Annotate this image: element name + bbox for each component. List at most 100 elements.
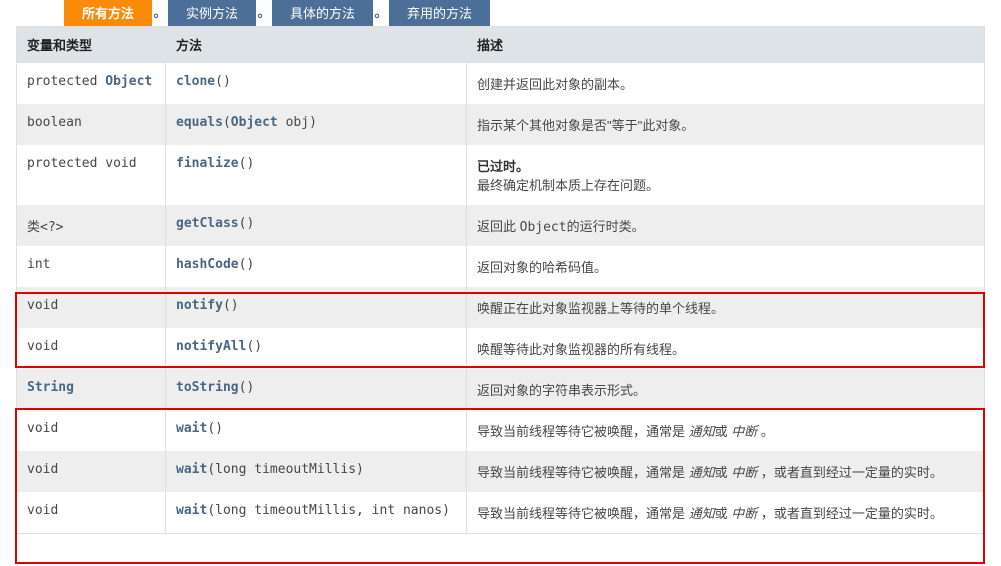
method-link[interactable]: equals: [176, 115, 223, 130]
cell-desc: 创建并返回此对象的副本。: [467, 63, 985, 105]
table-row: void notify() 唤醒正在此对象监视器上等待的单个线程。: [17, 287, 985, 328]
table-row: boolean equals(Object obj) 指示某个其他对象是否"等于…: [17, 104, 985, 145]
method-tabs: 所有方法 。 实例方法 。 具体的方法 。 弃用的方法: [16, 0, 985, 26]
tab-deprecated-methods[interactable]: 弃用的方法: [389, 0, 490, 26]
cell-type: int: [17, 246, 166, 287]
cell-type: 类<?>: [17, 205, 166, 246]
desc-post: ，或者直到经过一定量的实时。: [757, 506, 943, 521]
table-row: int hashCode() 返回对象的哈希码值。: [17, 246, 985, 287]
cell-desc: 导致当前线程等待它被唤醒，通常是 通知或 中断 。: [467, 410, 985, 451]
method-link[interactable]: notifyAll: [176, 339, 246, 354]
tab-all-methods[interactable]: 所有方法: [64, 0, 152, 26]
cell-type: protected Object: [17, 63, 166, 105]
tab-sep: 。: [152, 0, 168, 26]
table-header-row: 变量和类型 方法 描述: [17, 27, 985, 63]
cell-desc: 已过时。 最终确定机制本质上存在问题。: [467, 145, 985, 205]
desc-post: ，或者直到经过一定量的实时。: [757, 465, 943, 480]
cell-desc: 导致当前线程等待它被唤醒，通常是 通知或 中断 ，或者直到经过一定量的实时。: [467, 451, 985, 492]
cell-method: clone(): [166, 63, 467, 105]
method-params: (): [246, 339, 262, 354]
cell-type: void: [17, 287, 166, 328]
method-link[interactable]: wait: [176, 421, 207, 436]
desc-pre: 导致当前线程等待它被唤醒，通常是: [477, 424, 689, 439]
desc-pre: 导致当前线程等待它被唤醒，通常是: [477, 506, 689, 521]
method-params: (long timeoutMillis, int nanos): [207, 503, 450, 518]
table-row: void wait() 导致当前线程等待它被唤醒，通常是 通知或 中断 。: [17, 410, 985, 451]
cell-desc: 唤醒等待此对象监视器的所有线程。: [467, 328, 985, 369]
desc-i1: 通知: [689, 465, 715, 480]
desc-mid: 或: [715, 506, 732, 521]
method-link[interactable]: getClass: [176, 216, 239, 231]
method-params: (long timeoutMillis): [207, 462, 364, 477]
type-link[interactable]: Object: [105, 74, 152, 89]
cell-method: hashCode(): [166, 246, 467, 287]
method-link[interactable]: toString: [176, 380, 239, 395]
cell-method: wait(): [166, 410, 467, 451]
method-params: (): [239, 156, 255, 171]
cell-method: notifyAll(): [166, 328, 467, 369]
cell-desc: 返回此 Object的运行时类。: [467, 205, 985, 246]
method-link[interactable]: finalize: [176, 156, 239, 171]
param-type-link[interactable]: Object: [231, 115, 278, 130]
desc-i2: 中断: [731, 465, 757, 480]
cell-desc: 导致当前线程等待它被唤醒，通常是 通知或 中断 ，或者直到经过一定量的实时。: [467, 492, 985, 534]
cell-type: protected void: [17, 145, 166, 205]
cell-type: void: [17, 410, 166, 451]
method-params: (): [207, 421, 223, 436]
method-params: (): [239, 380, 255, 395]
cell-method: wait(long timeoutMillis, int nanos): [166, 492, 467, 534]
cell-method: toString(): [166, 369, 467, 410]
header-desc: 描述: [467, 27, 985, 63]
type-link[interactable]: String: [27, 380, 74, 395]
desc-pre: 返回此: [477, 219, 520, 234]
desc-i1: 通知: [689, 424, 715, 439]
cell-desc: 返回对象的哈希码值。: [467, 246, 985, 287]
desc-pre: 导致当前线程等待它被唤醒，通常是: [477, 465, 689, 480]
table-row: 类<?> getClass() 返回此 Object的运行时类。: [17, 205, 985, 246]
method-link[interactable]: wait: [176, 462, 207, 477]
table-row: protected Object clone() 创建并返回此对象的副本。: [17, 63, 985, 105]
paren-open: (: [223, 115, 231, 130]
cell-type: void: [17, 451, 166, 492]
desc-code: Object: [520, 220, 567, 235]
method-link[interactable]: clone: [176, 74, 215, 89]
desc-mid: 或: [715, 465, 732, 480]
method-link[interactable]: wait: [176, 503, 207, 518]
table-row: String toString() 返回对象的字符串表示形式。: [17, 369, 985, 410]
page-root: 所有方法 。 实例方法 。 具体的方法 。 弃用的方法 变量和类型 方法 描述 …: [0, 0, 1001, 534]
param-rest: obj): [278, 115, 317, 130]
method-link[interactable]: hashCode: [176, 257, 239, 272]
table-row: protected void finalize() 已过时。 最终确定机制本质上…: [17, 145, 985, 205]
method-params: (): [239, 257, 255, 272]
desc-post: 的运行时类。: [567, 219, 645, 234]
cell-type: String: [17, 369, 166, 410]
cell-method: notify(): [166, 287, 467, 328]
desc-post: 。: [757, 424, 774, 439]
tab-sep: 。: [373, 0, 389, 26]
tab-instance-methods[interactable]: 实例方法: [168, 0, 256, 26]
desc-i2: 中断: [731, 506, 757, 521]
cell-type: void: [17, 492, 166, 534]
method-link[interactable]: notify: [176, 298, 223, 313]
table-row: void wait(long timeoutMillis, int nanos)…: [17, 492, 985, 534]
table-row: void notifyAll() 唤醒等待此对象监视器的所有线程。: [17, 328, 985, 369]
table-row: void wait(long timeoutMillis) 导致当前线程等待它被…: [17, 451, 985, 492]
cell-desc: 唤醒正在此对象监视器上等待的单个线程。: [467, 287, 985, 328]
desc-i2: 中断: [731, 424, 757, 439]
cell-type: void: [17, 328, 166, 369]
cell-method: equals(Object obj): [166, 104, 467, 145]
method-params: (): [223, 298, 239, 313]
cell-method: finalize(): [166, 145, 467, 205]
header-type: 变量和类型: [17, 27, 166, 63]
methods-table: 变量和类型 方法 描述 protected Object clone() 创建并…: [16, 26, 985, 534]
method-params: (): [239, 216, 255, 231]
type-modifier: protected: [27, 74, 105, 89]
tab-concrete-methods[interactable]: 具体的方法: [272, 0, 373, 26]
cell-method: wait(long timeoutMillis): [166, 451, 467, 492]
cell-method: getClass(): [166, 205, 467, 246]
header-method: 方法: [166, 27, 467, 63]
desc-mid: 或: [715, 424, 732, 439]
cell-desc: 指示某个其他对象是否"等于"此对象。: [467, 104, 985, 145]
desc-i1: 通知: [689, 506, 715, 521]
tab-sep: 。: [256, 0, 272, 26]
